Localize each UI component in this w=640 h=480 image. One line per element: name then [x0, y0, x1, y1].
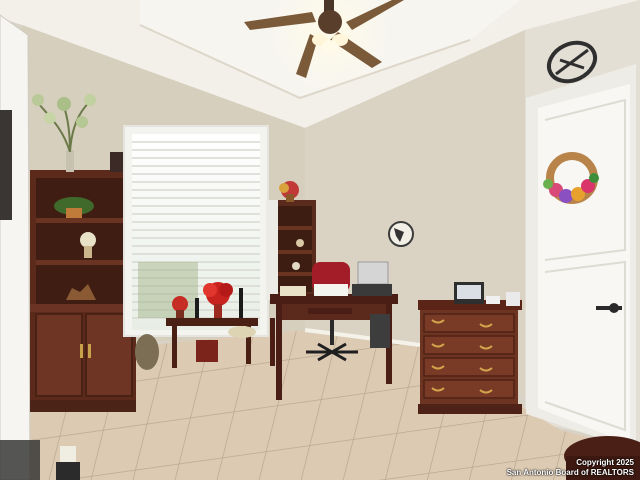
copyright-line-1: Copyright 2025	[576, 458, 634, 467]
trash-bin	[370, 314, 390, 348]
wall-clock	[388, 221, 414, 247]
copyright-line-2: San Antonio Board of REALTORS	[506, 468, 634, 477]
office-photo	[0, 0, 640, 480]
closet-door	[526, 64, 636, 450]
copyright-watermark: Copyright 2025 San Antonio Board of REAL…	[507, 458, 634, 478]
open-door	[0, 14, 31, 480]
wall-art	[0, 110, 12, 220]
dresser	[418, 282, 522, 414]
